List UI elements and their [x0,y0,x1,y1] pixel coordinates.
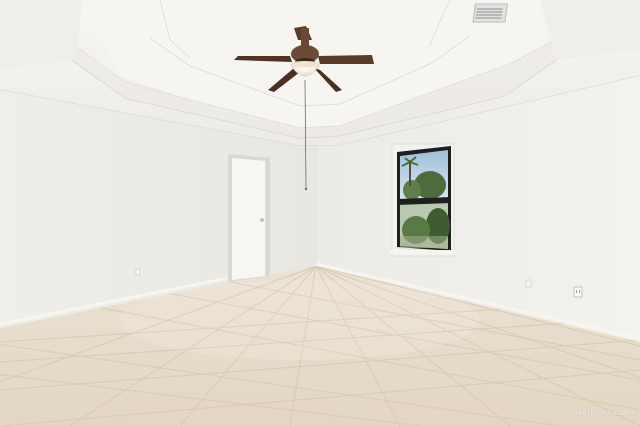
watermark-logo: GREATER MCALLEN [568,410,634,417]
door[interactable] [228,154,270,282]
outlet-icon [573,286,583,298]
outlet-icon [525,279,532,288]
window[interactable] [390,143,456,257]
door-knob[interactable] [260,218,264,222]
room-illustration [0,0,640,426]
air-vent-icon [472,3,509,23]
outlet-icon [135,268,141,276]
room-photo: GREATER MCALLEN [0,0,640,426]
